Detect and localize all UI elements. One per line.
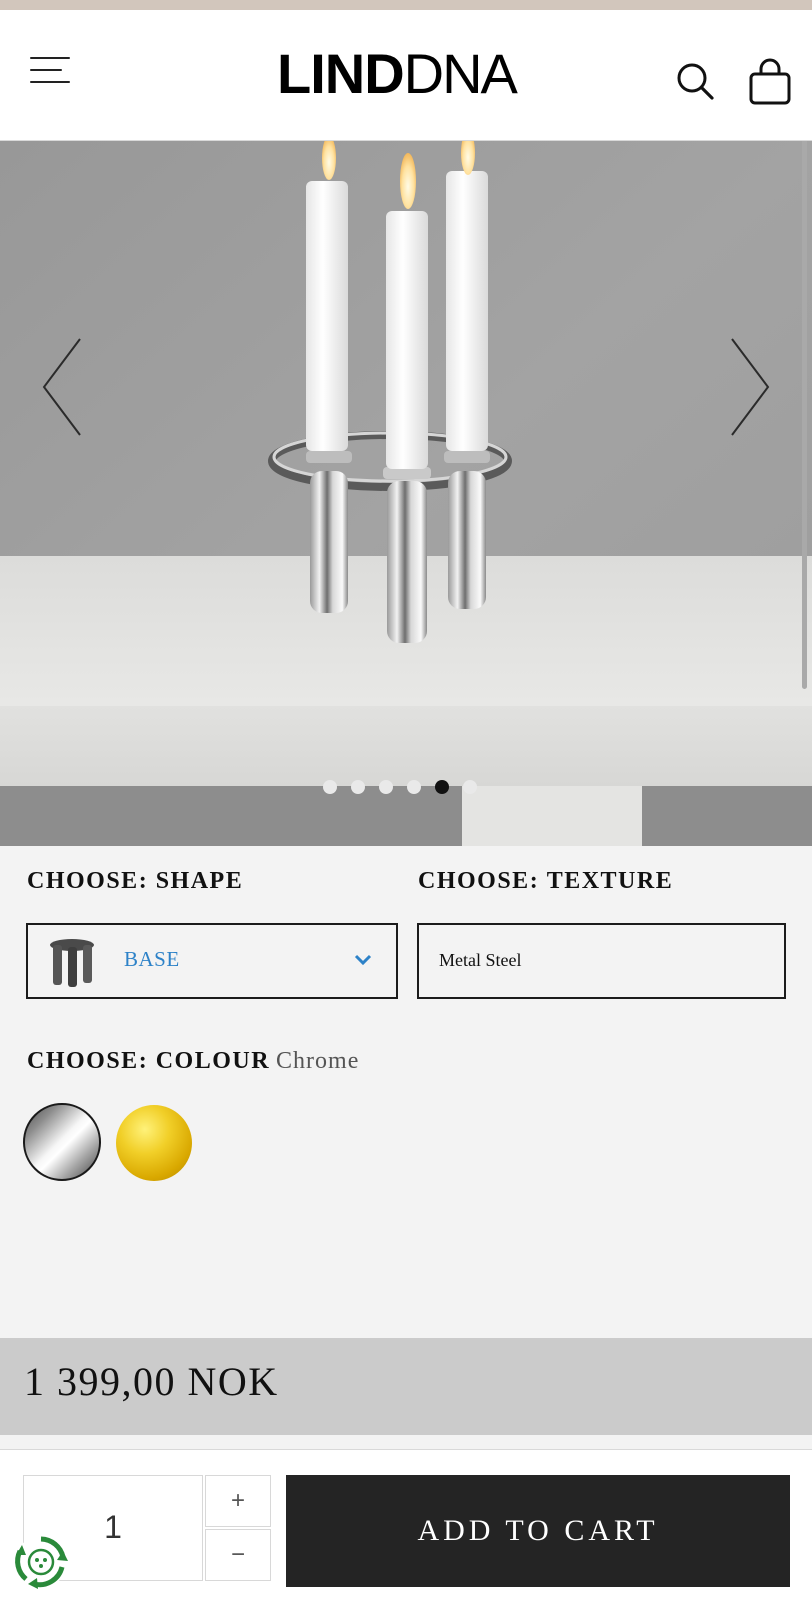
product-image-gallery[interactable] bbox=[0, 141, 812, 846]
gallery-dot[interactable] bbox=[463, 780, 477, 794]
add-to-cart-bar: 1 + − ADD TO CART bbox=[0, 1449, 812, 1600]
shape-selected-value: BASE bbox=[124, 947, 180, 971]
base-shape-icon bbox=[48, 937, 96, 987]
colour-swatch-chrome[interactable] bbox=[23, 1103, 101, 1181]
shopping-bag-icon[interactable] bbox=[747, 58, 793, 106]
logo-light-text: DNA bbox=[403, 42, 518, 105]
page-scrollbar[interactable] bbox=[802, 141, 807, 689]
product-price: 1 399,00 NOK bbox=[24, 1359, 279, 1404]
colour-selected-value: Chrome bbox=[276, 1048, 360, 1074]
logo-bold-text: LIND bbox=[277, 42, 405, 105]
texture-selected-value: Metal Steel bbox=[439, 950, 522, 970]
gallery-dot[interactable] bbox=[407, 780, 421, 794]
gallery-pagination bbox=[323, 780, 477, 794]
add-to-cart-button[interactable]: ADD TO CART bbox=[286, 1475, 790, 1587]
colour-swatch-gold[interactable] bbox=[116, 1105, 192, 1181]
product-photo bbox=[0, 141, 812, 846]
hamburger-menu-icon[interactable] bbox=[28, 52, 72, 88]
colour-label-name: COLOUR bbox=[155, 1048, 271, 1074]
quantity-decrease-button[interactable]: − bbox=[205, 1529, 271, 1581]
gallery-dot-active[interactable] bbox=[435, 780, 449, 794]
shape-label-name: SHAPE bbox=[155, 868, 244, 894]
chevron-right-icon[interactable] bbox=[724, 335, 774, 445]
chevron-down-icon bbox=[354, 953, 372, 967]
texture-option-label: CHOOSE: TEXTURE bbox=[418, 868, 673, 895]
eco-recycle-badge-icon[interactable] bbox=[12, 1533, 70, 1591]
top-accent-strip bbox=[0, 0, 812, 10]
shape-dropdown[interactable]: BASE bbox=[26, 923, 398, 999]
price-bar: 1 399,00 NOK bbox=[0, 1338, 812, 1435]
shape-option-label: CHOOSE: SHAPE bbox=[27, 868, 243, 895]
texture-field[interactable]: Metal Steel bbox=[417, 923, 786, 999]
gallery-dot[interactable] bbox=[323, 780, 337, 794]
colour-option-label: CHOOSE: COLOUR Chrome bbox=[27, 1048, 359, 1075]
chevron-left-icon[interactable] bbox=[38, 335, 88, 445]
search-icon[interactable] bbox=[676, 62, 716, 102]
shape-label-prefix: CHOOSE: bbox=[27, 868, 149, 894]
quantity-increase-button[interactable]: + bbox=[205, 1475, 271, 1527]
site-header: LIND DNA bbox=[0, 10, 812, 141]
gallery-dot[interactable] bbox=[351, 780, 365, 794]
gallery-dot[interactable] bbox=[379, 780, 393, 794]
colour-label-prefix: CHOOSE: bbox=[27, 1048, 149, 1074]
texture-label-name: TEXTURE bbox=[546, 868, 674, 894]
brand-logo[interactable]: LIND DNA bbox=[277, 42, 518, 105]
texture-label-prefix: CHOOSE: bbox=[418, 868, 540, 894]
